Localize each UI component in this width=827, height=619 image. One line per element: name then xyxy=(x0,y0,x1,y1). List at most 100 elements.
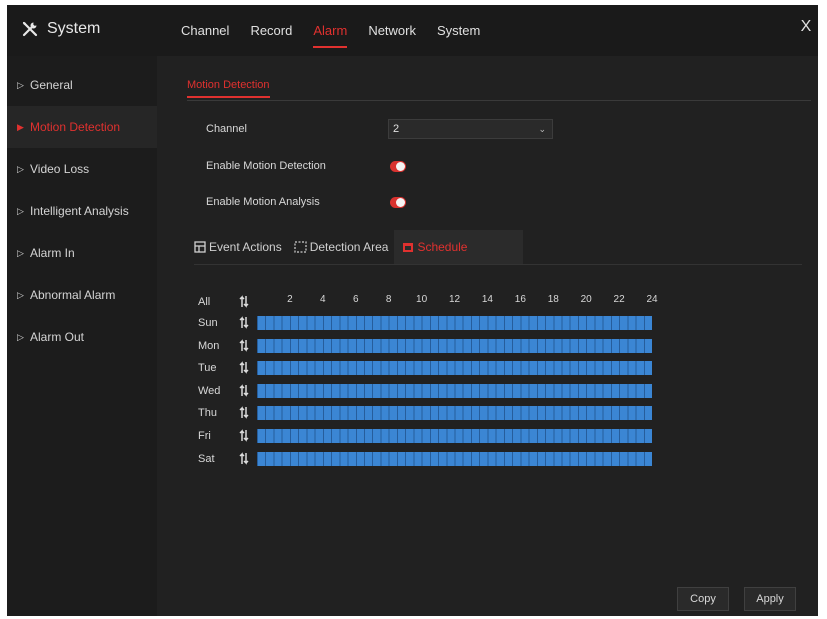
sidebar: ▷ General ▶ Motion Detection ▷ Video Los… xyxy=(7,56,157,616)
schedule-bar[interactable] xyxy=(257,383,652,398)
schedule-row: Sun xyxy=(198,313,658,333)
divider xyxy=(187,100,811,101)
app-title-text: System xyxy=(47,20,101,37)
day-label: Sun xyxy=(198,317,218,329)
tab-record[interactable]: Record xyxy=(250,5,292,56)
section-tabs: Event Actions Detection Area Schedule xyxy=(194,230,535,264)
divider xyxy=(194,264,802,265)
tab-alarm[interactable]: Alarm xyxy=(313,5,347,56)
day-label: Wed xyxy=(198,384,221,397)
sidebar-item-label: Intelligent Analysis xyxy=(30,204,129,218)
schedule-row: Mon xyxy=(198,336,658,356)
triangle-right-icon: ▷ xyxy=(17,163,24,174)
app-title: System xyxy=(21,17,100,41)
apply-button[interactable]: Apply xyxy=(744,587,796,611)
hour-tick-label: 10 xyxy=(416,294,428,305)
hour-tick-label: 16 xyxy=(514,294,526,305)
schedule-bar[interactable] xyxy=(257,451,652,466)
subtab-motion-detection[interactable]: Motion Detection xyxy=(187,79,270,98)
tab-detection-area[interactable]: Detection Area xyxy=(294,230,389,264)
tab-event-actions[interactable]: Event Actions xyxy=(194,230,282,264)
triangle-right-icon: ▷ xyxy=(17,205,24,216)
swap-icon[interactable] xyxy=(239,428,249,443)
schedule-bar[interactable] xyxy=(257,429,652,443)
day-label: Tue xyxy=(198,362,217,375)
schedule-bar[interactable] xyxy=(257,361,652,376)
hour-tick-label: 22 xyxy=(613,294,625,305)
tab-network[interactable]: Network xyxy=(368,5,416,56)
swap-icon[interactable] xyxy=(239,315,249,330)
hour-tick-label: 2 xyxy=(287,294,293,305)
schedule-row: Tue xyxy=(198,358,658,378)
triangle-right-filled-icon: ▶ xyxy=(17,121,24,132)
sidebar-item-intelligent-analysis[interactable]: ▷ Intelligent Analysis xyxy=(7,190,157,232)
sidebar-item-abnormal-alarm[interactable]: ▷ Abnormal Alarm xyxy=(7,274,157,316)
sidebar-item-general[interactable]: ▷ General xyxy=(7,64,157,106)
triangle-right-icon: ▷ xyxy=(17,289,24,300)
system-window: System Channel Record Alarm Network Syst… xyxy=(7,5,818,616)
chevron-down-icon: ⌄ xyxy=(538,124,546,134)
swap-icon[interactable] xyxy=(239,294,249,309)
schedule-bar[interactable] xyxy=(257,338,652,353)
enable-analysis-label: Enable Motion Analysis xyxy=(206,196,320,208)
event-actions-icon xyxy=(194,241,206,253)
hour-tick-label: 12 xyxy=(448,294,461,305)
hour-tick-label: 20 xyxy=(580,294,592,305)
day-label: Thu xyxy=(198,407,217,420)
close-button[interactable]: X xyxy=(796,17,816,37)
sidebar-item-label: Video Loss xyxy=(30,162,90,176)
detection-area-icon xyxy=(294,241,307,253)
schedule-row: Wed xyxy=(198,381,658,401)
calendar-icon xyxy=(402,241,414,253)
schedule-row: Thu xyxy=(198,403,658,423)
sidebar-item-motion-detection[interactable]: ▶ Motion Detection xyxy=(7,106,157,148)
swap-icon[interactable] xyxy=(239,338,249,353)
hour-tick-label: 8 xyxy=(385,294,392,305)
hour-tick-label: 4 xyxy=(320,294,326,305)
day-label: Mon xyxy=(198,339,220,352)
copy-button[interactable]: Copy xyxy=(677,587,729,611)
channel-label: Channel xyxy=(206,123,247,135)
hour-tick-label: 6 xyxy=(352,294,359,305)
enable-motion-toggle[interactable] xyxy=(390,161,406,172)
sidebar-item-label: Abnormal Alarm xyxy=(30,288,116,302)
top-bar: System Channel Record Alarm Network Syst… xyxy=(7,5,818,56)
schedule-row: Sat xyxy=(198,449,658,469)
tab-detection-area-label: Detection Area xyxy=(309,240,389,254)
tab-system[interactable]: System xyxy=(437,5,480,56)
schedule-row: Fri xyxy=(198,426,658,446)
tab-channel[interactable]: Channel xyxy=(181,5,229,56)
channel-select[interactable]: 2 ⌄ xyxy=(388,119,553,139)
tab-schedule-label: Schedule xyxy=(417,240,468,254)
tab-schedule[interactable]: Schedule xyxy=(394,230,524,264)
enable-motion-label: Enable Motion Detection xyxy=(206,160,326,172)
swap-icon[interactable] xyxy=(239,383,249,398)
hour-tick-label: 18 xyxy=(547,294,559,305)
day-label: Sat xyxy=(198,452,215,465)
content-panel: Motion Detection Channel 2 ⌄ Enable Moti… xyxy=(157,56,818,616)
hour-tick-label: 14 xyxy=(481,294,493,305)
sidebar-item-label: Alarm Out xyxy=(30,330,85,344)
tools-icon xyxy=(21,20,39,38)
swap-icon[interactable] xyxy=(239,360,249,375)
swap-icon[interactable] xyxy=(239,405,249,420)
channel-value: 2 xyxy=(393,123,400,135)
sidebar-item-label: Motion Detection xyxy=(30,120,121,134)
all-label: All xyxy=(198,296,211,308)
hour-tick-label: 24 xyxy=(646,294,658,305)
tab-event-actions-label: Event Actions xyxy=(209,240,282,254)
sidebar-item-label: General xyxy=(30,78,73,92)
triangle-right-icon: ▷ xyxy=(17,331,24,342)
sidebar-item-alarm-out[interactable]: ▷ Alarm Out xyxy=(7,316,157,358)
triangle-right-icon: ▷ xyxy=(17,79,24,90)
triangle-right-icon: ▷ xyxy=(17,247,24,258)
enable-analysis-toggle[interactable] xyxy=(390,197,406,208)
schedule-bar[interactable] xyxy=(257,406,652,421)
day-label: Fri xyxy=(198,430,211,442)
sidebar-item-label: Alarm In xyxy=(30,246,75,260)
schedule-header-row: All 2 4 6 8 10 12 14 16 18 20 22 24 xyxy=(198,292,658,312)
swap-icon[interactable] xyxy=(239,451,249,466)
sidebar-item-alarm-in[interactable]: ▷ Alarm In xyxy=(7,232,157,274)
sidebar-item-video-loss[interactable]: ▷ Video Loss xyxy=(7,148,157,190)
schedule-bar[interactable] xyxy=(257,316,652,330)
